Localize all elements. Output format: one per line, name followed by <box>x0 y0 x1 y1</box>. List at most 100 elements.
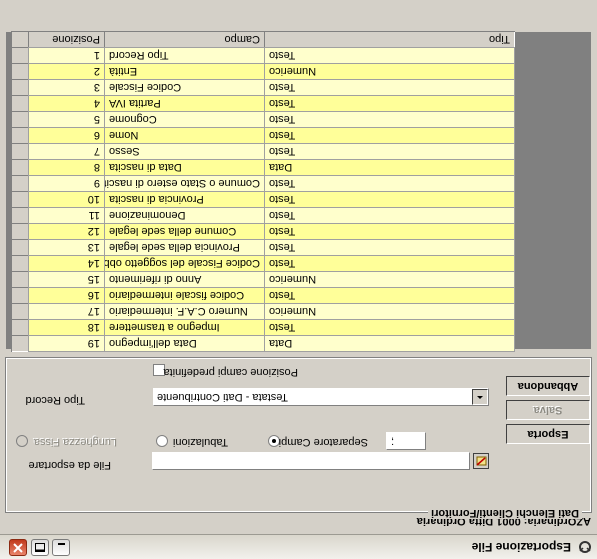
cell-tipo[interactable]: Testo <box>264 287 515 304</box>
cell-tipo[interactable]: Testo <box>264 79 515 96</box>
row-selector[interactable] <box>11 207 29 224</box>
cell-posizione[interactable]: 11 <box>28 207 105 224</box>
cell-tipo[interactable]: Testo <box>264 255 515 272</box>
cell-tipo[interactable]: Testo <box>264 111 515 128</box>
cell-posizione[interactable]: 2 <box>28 63 105 80</box>
row-selector[interactable] <box>11 143 29 160</box>
cell-posizione[interactable]: 13 <box>28 239 105 256</box>
cell-campo[interactable]: Entità <box>104 63 265 80</box>
cell-campo[interactable]: Data dell'impegno <box>104 335 265 352</box>
row-selector[interactable] <box>11 191 29 208</box>
row-selector[interactable] <box>11 159 29 176</box>
close-button[interactable] <box>9 539 27 556</box>
cell-campo[interactable]: Anno di riferimento <box>104 271 265 288</box>
table-row[interactable]: Numerico Numero C.A.F. intermediario 17 <box>11 303 515 320</box>
cell-tipo[interactable]: Numerico <box>264 271 515 288</box>
row-selector[interactable] <box>11 335 29 352</box>
cell-campo[interactable]: Codice Fiscale del soggetto obb <box>104 255 265 272</box>
cell-campo[interactable]: Tipo Record <box>104 47 265 64</box>
header-posizione[interactable]: Posizione <box>28 31 105 48</box>
row-selector[interactable] <box>11 111 29 128</box>
table-row[interactable]: Testo Impegno a trasmettere 18 <box>11 319 515 336</box>
cell-campo[interactable]: Cognome <box>104 111 265 128</box>
table-row[interactable]: Testo Partita IVA 4 <box>11 95 515 112</box>
row-selector[interactable] <box>11 47 29 64</box>
table-row[interactable]: Testo Denominazione 11 <box>11 207 515 224</box>
table-row[interactable]: Testo Sesso 7 <box>11 143 515 160</box>
title-bar[interactable]: Esportazione File <box>0 534 597 559</box>
table-row[interactable]: Testo Tipo Record 1 <box>11 47 515 64</box>
cell-posizione[interactable]: 19 <box>28 335 105 352</box>
cell-posizione[interactable]: 1 <box>28 47 105 64</box>
cell-posizione[interactable]: 9 <box>28 175 105 192</box>
row-selector[interactable] <box>11 223 29 240</box>
header-campo[interactable]: Campo <box>104 31 265 48</box>
cell-campo[interactable]: Numero C.A.F. intermediario <box>104 303 265 320</box>
cell-posizione[interactable]: 5 <box>28 111 105 128</box>
row-selector[interactable] <box>11 271 29 288</box>
row-selector[interactable] <box>11 79 29 96</box>
cell-tipo[interactable]: Testo <box>264 143 515 160</box>
row-selector[interactable] <box>11 95 29 112</box>
cell-tipo[interactable]: Testo <box>264 95 515 112</box>
cell-campo[interactable]: Sesso <box>104 143 265 160</box>
abbandona-button[interactable]: Abbandona <box>506 376 590 396</box>
cell-campo[interactable]: Data di nascita <box>104 159 265 176</box>
cell-tipo[interactable]: Testo <box>264 239 515 256</box>
table-row[interactable]: Data Data di nascita 8 <box>11 159 515 176</box>
separator-input[interactable]: ; <box>386 432 426 450</box>
cell-posizione[interactable]: 16 <box>28 287 105 304</box>
cell-tipo[interactable]: Numerico <box>264 303 515 320</box>
table-row[interactable]: Testo Cognome 5 <box>11 111 515 128</box>
cell-campo[interactable]: Codice fiscale intermediario <box>104 287 265 304</box>
cell-campo[interactable]: Denominazione <box>104 207 265 224</box>
cell-tipo[interactable]: Testo <box>264 47 515 64</box>
table-row[interactable]: Testo Comune o Stato estero di nascit 9 <box>11 175 515 192</box>
cell-tipo[interactable]: Testo <box>264 175 515 192</box>
cell-tipo[interactable]: Data <box>264 335 515 352</box>
cell-campo[interactable]: Impegno a trasmettere <box>104 319 265 336</box>
table-row[interactable]: Testo Codice Fiscale del soggetto obb 14 <box>11 255 515 272</box>
cell-campo[interactable]: Codice Fiscale <box>104 79 265 96</box>
row-selector[interactable] <box>11 63 29 80</box>
cell-campo[interactable]: Provincia di nascita <box>104 191 265 208</box>
row-selector[interactable] <box>11 287 29 304</box>
table-row[interactable]: Testo Provincia della sede legale 13 <box>11 239 515 256</box>
cell-posizione[interactable]: 6 <box>28 127 105 144</box>
row-selector[interactable] <box>11 239 29 256</box>
cell-posizione[interactable]: 3 <box>28 79 105 96</box>
row-selector[interactable] <box>11 303 29 320</box>
dropdown-button[interactable] <box>472 389 488 405</box>
salva-button[interactable]: Salva <box>506 400 590 420</box>
table-row[interactable]: Numerico Anno di riferimento 15 <box>11 271 515 288</box>
cell-posizione[interactable]: 4 <box>28 95 105 112</box>
cell-campo[interactable]: Comune o Stato estero di nascit <box>104 175 265 192</box>
cell-tipo[interactable]: Testo <box>264 191 515 208</box>
cell-posizione[interactable]: 8 <box>28 159 105 176</box>
cell-campo[interactable]: Provincia della sede legale <box>104 239 265 256</box>
cell-tipo[interactable]: Data <box>264 159 515 176</box>
cell-tipo[interactable]: Testo <box>264 127 515 144</box>
table-row[interactable]: Testo Comune della sede legale 12 <box>11 223 515 240</box>
table-row[interactable]: Testo Codice fiscale intermediario 16 <box>11 287 515 304</box>
cell-campo[interactable]: Comune della sede legale <box>104 223 265 240</box>
cell-campo[interactable]: Nome <box>104 127 265 144</box>
cell-posizione[interactable]: 17 <box>28 303 105 320</box>
browse-file-icon[interactable] <box>473 453 489 469</box>
row-selector[interactable] <box>11 127 29 144</box>
table-row[interactable]: Data Data dell'impegno 19 <box>11 335 515 352</box>
cell-tipo[interactable]: Testo <box>264 223 515 240</box>
cell-posizione[interactable]: 18 <box>28 319 105 336</box>
header-tipo[interactable]: Tipo <box>264 31 515 48</box>
cell-posizione[interactable]: 10 <box>28 191 105 208</box>
cell-tipo[interactable]: Numerico <box>264 63 515 80</box>
row-selector[interactable] <box>11 175 29 192</box>
table-row[interactable]: Testo Codice Fiscale 3 <box>11 79 515 96</box>
cell-posizione[interactable]: 14 <box>28 255 105 272</box>
table-row[interactable]: Numerico Entità 2 <box>11 63 515 80</box>
cell-posizione[interactable]: 15 <box>28 271 105 288</box>
file-input[interactable] <box>152 452 470 470</box>
row-selector[interactable] <box>11 319 29 336</box>
radio-lunghezza-fissa[interactable] <box>16 435 28 447</box>
cell-posizione[interactable]: 12 <box>28 223 105 240</box>
